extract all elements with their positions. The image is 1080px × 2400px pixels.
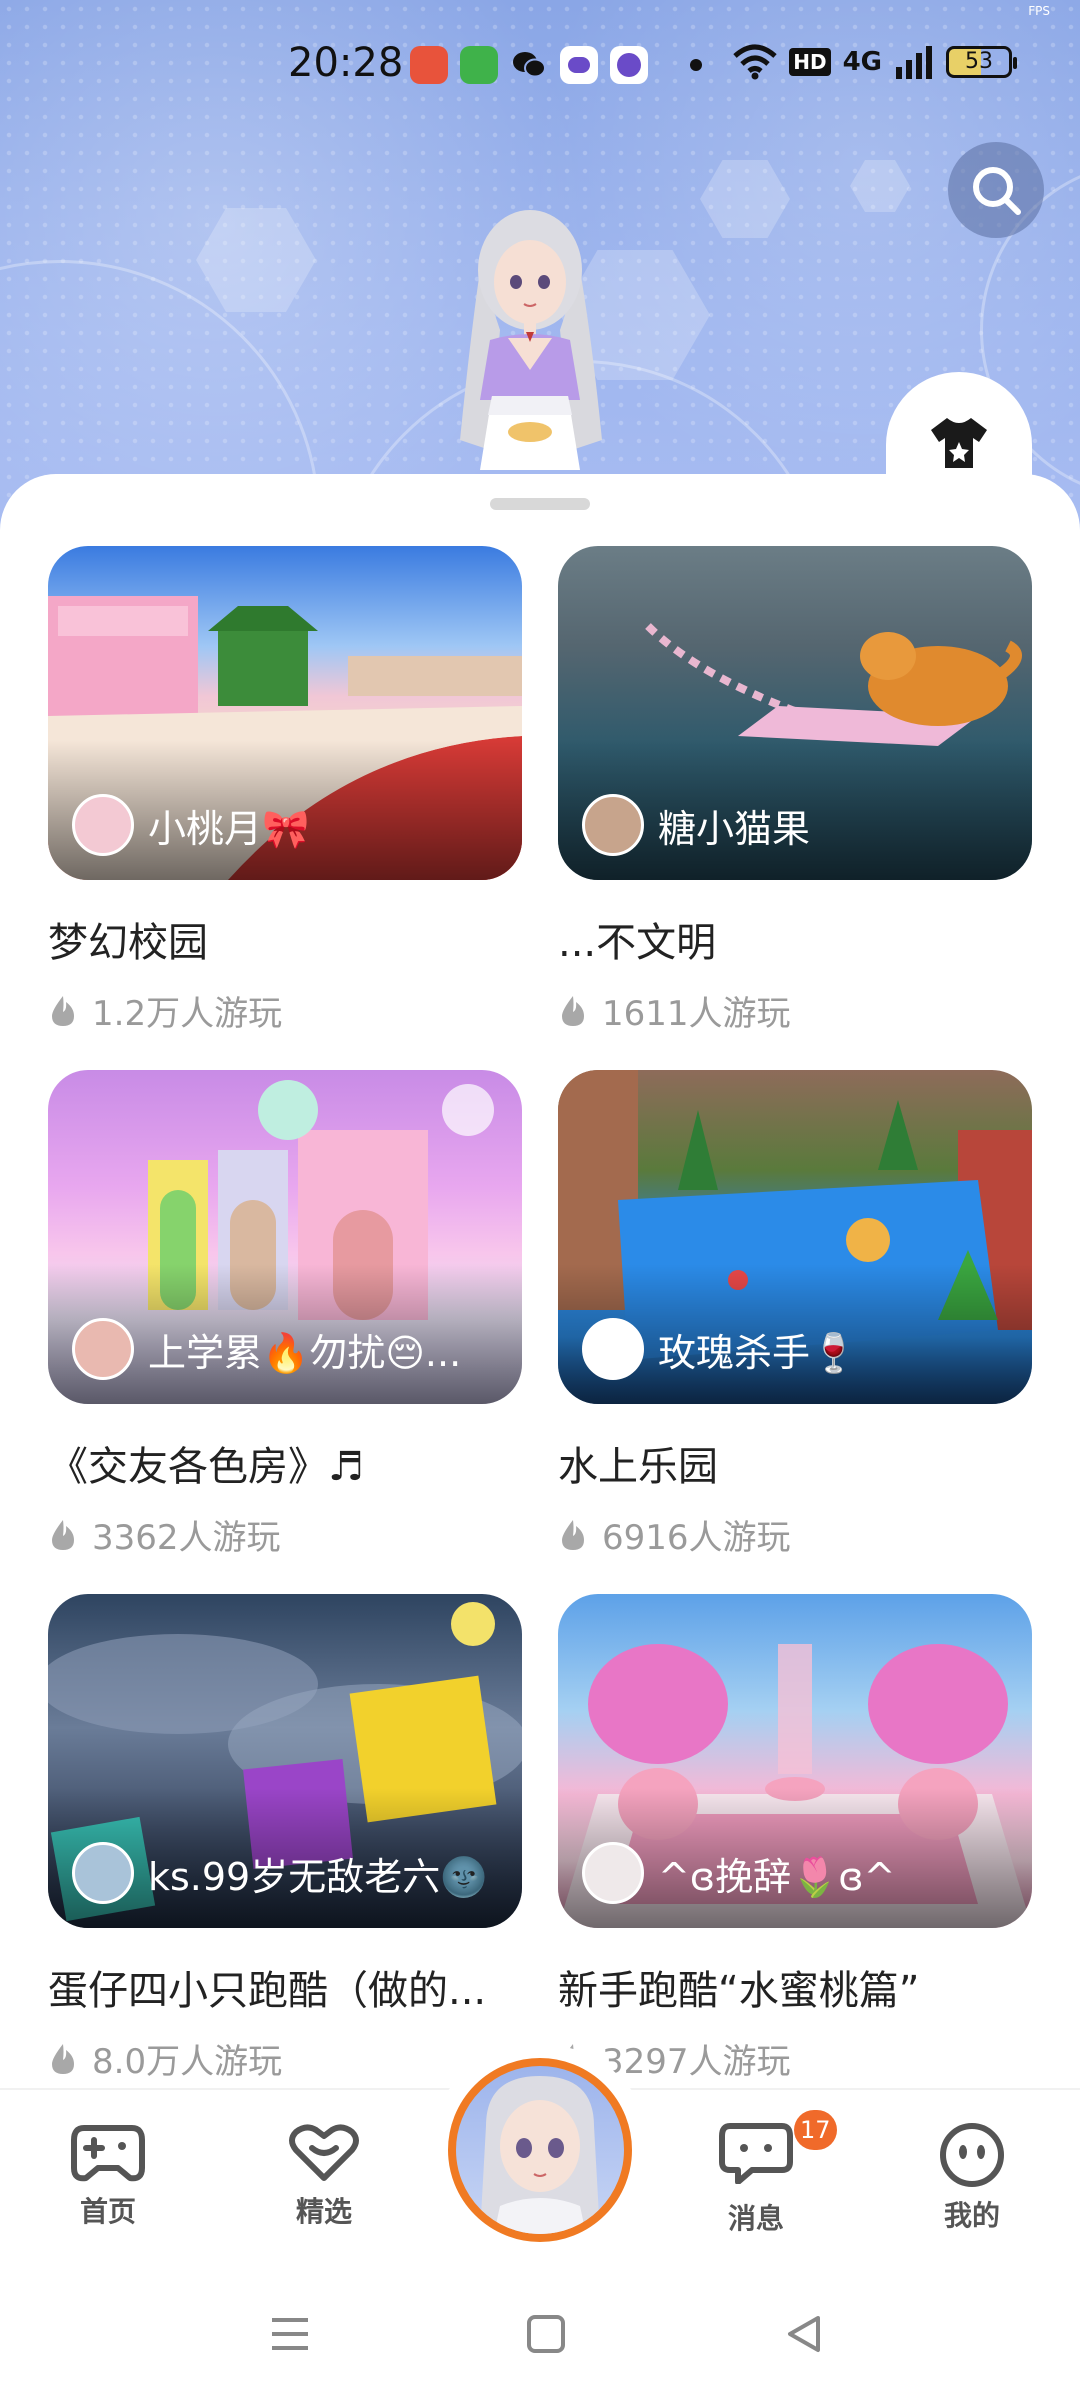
game-thumbnail[interactable]: ^ɞ挽辞🌷ɞ^ bbox=[558, 1594, 1032, 1928]
game-thumbnail[interactable]: 玫瑰杀手🍷 bbox=[558, 1070, 1032, 1404]
game-card[interactable]: 糖小猫果 ...不文明 1611人游玩 bbox=[558, 546, 1032, 1070]
nav-me[interactable]: 我的 bbox=[902, 2122, 1042, 2234]
play-count-text: 3362人游玩 bbox=[92, 1518, 281, 1558]
signal-icon bbox=[896, 46, 932, 79]
author-name: ^ɞ挽辞🌷ɞ^ bbox=[658, 1854, 896, 1899]
nav-messages[interactable]: 17 消息 bbox=[686, 2110, 837, 2237]
store-icon bbox=[460, 46, 498, 84]
nav-me-label: 我的 bbox=[943, 2199, 1000, 2232]
author-info[interactable]: ^ɞ挽辞🌷ɞ^ bbox=[582, 1842, 895, 1904]
sheet-drag-handle[interactable] bbox=[490, 498, 590, 510]
network-type: 4G bbox=[842, 47, 882, 77]
author-avatar[interactable] bbox=[582, 794, 644, 856]
game-card[interactable]: ^ɞ挽辞🌷ɞ^ 新手跑酷“水蜜桃篇” 3297人游玩 bbox=[558, 1594, 1032, 2118]
game-title[interactable]: 蛋仔四小只跑酷（做的... bbox=[48, 1958, 522, 2016]
play-count-text: 1.2万人游玩 bbox=[92, 994, 283, 1034]
home-square-icon[interactable] bbox=[526, 2314, 566, 2354]
author-name: 小桃月🎀 bbox=[148, 806, 310, 851]
menu-icon[interactable] bbox=[270, 2316, 310, 2352]
game-title[interactable]: 《交友各色房》♬ bbox=[48, 1434, 522, 1492]
author-info[interactable]: ks.99岁无敌老六🌚 bbox=[72, 1842, 488, 1904]
flame-icon bbox=[52, 2043, 74, 2074]
gamepad-icon bbox=[71, 2125, 145, 2182]
game-card[interactable]: 上学累🔥勿扰😔... 《交友各色房》♬ 3362人游玩 bbox=[48, 1070, 522, 1594]
back-icon[interactable] bbox=[784, 2314, 824, 2354]
play-count-text: 8.0万人游玩 bbox=[92, 2042, 283, 2082]
nav-home-label: 首页 bbox=[79, 2195, 136, 2228]
author-info[interactable]: 小桃月🎀 bbox=[72, 794, 309, 856]
more-notifications-dot bbox=[690, 59, 702, 71]
kuaishou-icon bbox=[410, 46, 448, 84]
game-card[interactable]: 玫瑰杀手🍷 水上乐园 6916人游玩 bbox=[558, 1070, 1032, 1594]
fps-label: FPS bbox=[1028, 4, 1050, 18]
play-count: 1.2万人游玩 bbox=[48, 986, 522, 1035]
play-count-text: 1611人游玩 bbox=[602, 994, 791, 1034]
game-thumbnail[interactable]: ks.99岁无敌老六🌚 bbox=[48, 1594, 522, 1928]
author-info[interactable]: 玫瑰杀手🍷 bbox=[582, 1318, 857, 1380]
wechat-icon bbox=[510, 46, 548, 84]
play-count-text: 3297人游玩 bbox=[602, 2042, 791, 2082]
play-count: 3362人游玩 bbox=[48, 1510, 522, 1559]
author-name: ks.99岁无敌老六🌚 bbox=[148, 1854, 488, 1899]
search-icon bbox=[973, 167, 1021, 215]
center-avatar-button[interactable] bbox=[448, 2058, 632, 2242]
game-thumbnail[interactable]: 糖小猫果 bbox=[558, 546, 1032, 880]
play-count: 6916人游玩 bbox=[558, 1510, 1032, 1559]
author-avatar[interactable] bbox=[72, 1318, 134, 1380]
messages-badge: 17 bbox=[794, 2110, 837, 2150]
flame-icon bbox=[52, 1519, 74, 1550]
game-title[interactable]: 水上乐园 bbox=[558, 1434, 1032, 1492]
nav-messages-label: 消息 bbox=[727, 2202, 784, 2235]
game-grid: 小桃月🎀 梦幻校园 1.2万人游玩 糖小猫果 ...不文明 1611人游玩 上学… bbox=[48, 546, 1032, 2118]
notification-icons bbox=[410, 46, 712, 84]
chat-bubble-icon bbox=[719, 2123, 793, 2185]
author-info[interactable]: 上学累🔥勿扰😔... bbox=[72, 1318, 461, 1380]
play-count-text: 6916人游玩 bbox=[602, 1518, 791, 1558]
wifi-icon bbox=[733, 44, 777, 80]
nav-featured-label: 精选 bbox=[295, 2195, 352, 2228]
nav-featured[interactable]: 精选 bbox=[254, 2122, 394, 2230]
game-title[interactable]: ...不文明 bbox=[558, 910, 1032, 968]
author-avatar[interactable] bbox=[72, 794, 134, 856]
battery-indicator: 53 bbox=[946, 46, 1017, 78]
flame-icon bbox=[562, 995, 584, 1026]
game-title[interactable]: 新手跑酷“水蜜桃篇” bbox=[558, 1958, 1032, 2016]
author-avatar[interactable] bbox=[72, 1842, 134, 1904]
game-thumbnail[interactable]: 上学累🔥勿扰😔... bbox=[48, 1070, 522, 1404]
status-indicators: HD 4G 53 bbox=[733, 44, 1017, 80]
game-thumbnail[interactable]: 小桃月🎀 bbox=[48, 546, 522, 880]
game-list-sheet: 小桃月🎀 梦幻校园 1.2万人游玩 糖小猫果 ...不文明 1611人游玩 上学… bbox=[0, 474, 1080, 2104]
nav-home[interactable]: 首页 bbox=[38, 2122, 178, 2230]
author-name: 玫瑰杀手🍷 bbox=[658, 1330, 858, 1375]
flame-icon bbox=[562, 1519, 584, 1550]
status-time: 20:28 bbox=[288, 40, 404, 86]
search-button[interactable] bbox=[948, 142, 1044, 238]
play-count: 1611人游玩 bbox=[558, 986, 1032, 1035]
play-count: 8.0万人游玩 bbox=[48, 2034, 522, 2083]
author-name: 上学累🔥勿扰😔... bbox=[148, 1330, 462, 1375]
flame-icon bbox=[52, 995, 74, 1026]
game-card[interactable]: 小桃月🎀 梦幻校园 1.2万人游玩 bbox=[48, 546, 522, 1070]
messages-icon-wrap: 17 bbox=[718, 2110, 837, 2191]
heart-icon bbox=[289, 2124, 359, 2181]
system-navigation-bar bbox=[0, 2266, 1080, 2400]
author-avatar[interactable] bbox=[582, 1842, 644, 1904]
hd-indicator: HD bbox=[789, 48, 831, 76]
app-icon bbox=[610, 46, 648, 84]
play-count: 3297人游玩 bbox=[558, 2034, 1032, 2083]
game-card[interactable]: ks.99岁无敌老六🌚 蛋仔四小只跑酷（做的... 8.0万人游玩 bbox=[48, 1594, 522, 2118]
face-icon bbox=[940, 2123, 1004, 2187]
author-avatar[interactable] bbox=[582, 1318, 644, 1380]
status-bar: FPS 20:28 HD 4G 53 bbox=[0, 0, 1080, 120]
avatar-character[interactable] bbox=[430, 200, 630, 480]
app-icon bbox=[560, 46, 598, 84]
author-name: 糖小猫果 bbox=[658, 806, 811, 851]
avatar-portrait bbox=[480, 2076, 600, 2234]
tshirt-icon bbox=[931, 418, 987, 468]
author-info[interactable]: 糖小猫果 bbox=[582, 794, 810, 856]
game-title[interactable]: 梦幻校园 bbox=[48, 910, 522, 968]
